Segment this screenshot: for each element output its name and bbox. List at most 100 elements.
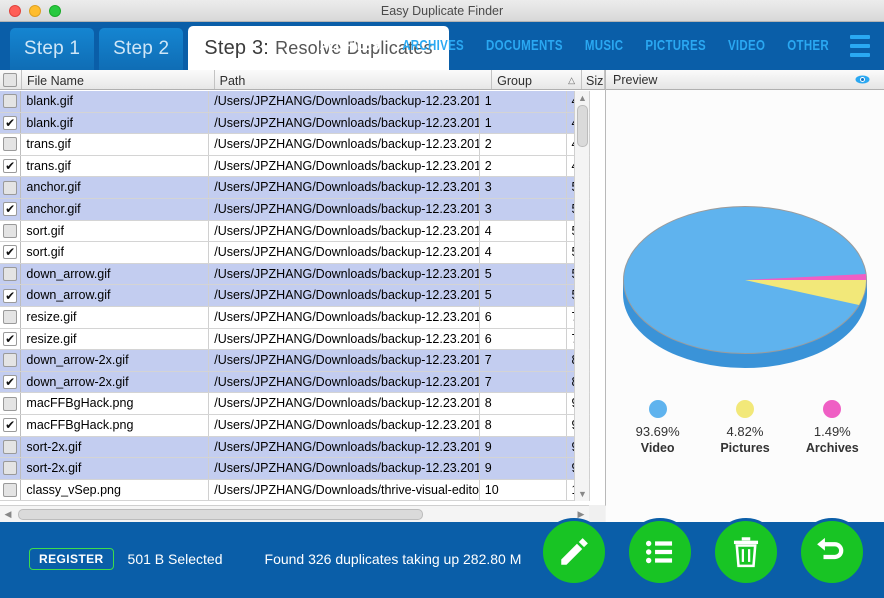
table-row[interactable]: ✔ down_arrow.gif/Users/JPZHANG/Downloads/… xyxy=(0,285,590,307)
row-checkbox-cell[interactable]: ✔ xyxy=(0,371,22,393)
table-row[interactable]: macFFBgHack.png/Users/JPZHANG/Downloads/… xyxy=(0,393,590,415)
filter-other[interactable]: OTHER xyxy=(776,39,840,54)
table-row[interactable]: resize.gif/Users/JPZHANG/Downloads/backu… xyxy=(0,306,590,329)
column-header-path[interactable]: Path xyxy=(215,70,493,89)
vertical-scrollbar[interactable]: ▲ ▼ xyxy=(574,91,589,501)
edit-button[interactable] xyxy=(540,518,608,586)
row-checkbox-cell[interactable]: ✔ xyxy=(0,112,22,134)
cell-path: /Users/JPZHANG/Downloads/thrive-visual-e… xyxy=(209,479,480,501)
table-row[interactable]: ✔ blank.gif/Users/JPZHANG/Downloads/backu… xyxy=(0,112,590,135)
row-checkbox[interactable] xyxy=(3,310,18,325)
hamburger-menu-icon[interactable] xyxy=(840,33,874,59)
row-checkbox-cell[interactable]: ✔ xyxy=(0,155,22,177)
cell-group: 7 xyxy=(480,350,568,371)
cell-file-name: anchor.gif xyxy=(21,177,210,198)
filter-video[interactable]: VIDEO xyxy=(717,39,776,54)
horizontal-scrollbar[interactable]: ◀ ▶ xyxy=(0,505,606,522)
scroll-left-icon[interactable]: ◀ xyxy=(0,506,16,523)
column-header-group[interactable]: Group △ xyxy=(492,70,583,89)
sort-ascending-icon: △ xyxy=(568,75,576,85)
row-checkbox[interactable] xyxy=(3,396,18,411)
row-checkbox[interactable] xyxy=(3,267,18,282)
row-checkbox[interactable] xyxy=(3,223,18,238)
cell-path: /Users/JPZHANG/Downloads/backup-12.23.20… xyxy=(209,134,480,155)
table-row[interactable]: anchor.gif/Users/JPZHANG/Downloads/backu… xyxy=(0,177,590,199)
row-checkbox-cell[interactable]: ✔ xyxy=(0,285,22,306)
row-checkbox[interactable] xyxy=(3,94,18,109)
row-checkbox[interactable]: ✔ xyxy=(3,418,18,433)
cell-path: /Users/JPZHANG/Downloads/backup-12.23.20… xyxy=(209,220,480,242)
row-checkbox[interactable]: ✔ xyxy=(3,331,18,346)
table-row[interactable]: ✔ down_arrow-2x.gif/Users/JPZHANG/Downloa… xyxy=(0,371,590,394)
row-checkbox-cell[interactable]: ✔ xyxy=(0,242,22,263)
filter-archives[interactable]: ARCHIVES xyxy=(391,39,475,54)
select-all-header[interactable] xyxy=(0,70,22,89)
row-checkbox[interactable] xyxy=(3,461,18,476)
tab-step-1[interactable]: Step 1 xyxy=(10,28,95,70)
row-checkbox[interactable]: ✔ xyxy=(3,159,18,174)
column-header-size[interactable]: Siz xyxy=(582,70,605,89)
row-checkbox[interactable]: ✔ xyxy=(3,375,18,390)
cell-file-name: resize.gif xyxy=(21,328,210,350)
scroll-down-icon[interactable]: ▼ xyxy=(575,487,590,501)
row-checkbox[interactable] xyxy=(3,482,18,497)
row-checkbox[interactable] xyxy=(3,353,18,368)
table-row[interactable]: sort-2x.gif/Users/JPZHANG/Downloads/back… xyxy=(0,436,590,459)
table-row[interactable]: trans.gif/Users/JPZHANG/Downloads/backup… xyxy=(0,134,590,156)
row-checkbox-cell[interactable] xyxy=(0,350,22,371)
row-checkbox-cell[interactable] xyxy=(0,134,22,155)
row-checkbox[interactable] xyxy=(3,439,18,454)
delete-button[interactable] xyxy=(712,518,780,586)
table-row[interactable]: blank.gif/Users/JPZHANG/Downloads/backup… xyxy=(0,91,590,113)
register-button[interactable]: REGISTER xyxy=(29,548,114,570)
row-checkbox-cell[interactable] xyxy=(0,436,22,458)
row-checkbox-cell[interactable] xyxy=(0,263,22,285)
row-checkbox[interactable]: ✔ xyxy=(3,202,18,217)
undo-button[interactable] xyxy=(798,518,866,586)
table-row[interactable]: down_arrow-2x.gif/Users/JPZHANG/Download… xyxy=(0,350,590,372)
list-button[interactable] xyxy=(626,518,694,586)
table-row[interactable]: ✔ sort.gif/Users/JPZHANG/Downloads/backup… xyxy=(0,242,590,264)
filter-music[interactable]: MUSIC xyxy=(574,39,635,54)
table-row[interactable]: sort-2x.gif/Users/JPZHANG/Downloads/back… xyxy=(0,458,590,480)
app-window: Easy Duplicate Finder Step 1 Step 2 Step… xyxy=(0,0,884,598)
row-checkbox-cell[interactable]: ✔ xyxy=(0,328,22,350)
row-checkbox-cell[interactable] xyxy=(0,393,22,414)
cell-path: /Users/JPZHANG/Downloads/backup-12.23.20… xyxy=(209,242,480,263)
row-checkbox[interactable]: ✔ xyxy=(3,245,18,260)
legend-percent-pictures: 4.82% xyxy=(726,424,764,439)
tab-step-2[interactable]: Step 2 xyxy=(99,28,184,70)
table-row[interactable]: classy_vSep.png/Users/JPZHANG/Downloads/… xyxy=(0,479,590,501)
filter-documents[interactable]: DOCUMENTS xyxy=(475,39,574,54)
vertical-scroll-thumb[interactable] xyxy=(577,105,588,147)
row-checkbox[interactable]: ✔ xyxy=(3,115,18,130)
action-buttons xyxy=(540,518,866,586)
select-all-checkbox[interactable] xyxy=(3,72,18,87)
table-row[interactable]: ✔ resize.gif/Users/JPZHANG/Downloads/back… xyxy=(0,328,590,351)
row-checkbox-cell[interactable]: ✔ xyxy=(0,414,22,436)
table-row[interactable]: sort.gif/Users/JPZHANG/Downloads/backup-… xyxy=(0,220,590,243)
pie-chart-svg xyxy=(623,206,867,368)
row-checkbox[interactable] xyxy=(3,180,18,195)
cell-group: 9 xyxy=(480,436,568,458)
row-checkbox[interactable]: ✔ xyxy=(3,288,18,303)
filter-all-files[interactable]: ALL FILES xyxy=(309,39,392,54)
row-checkbox-cell[interactable] xyxy=(0,458,22,479)
row-checkbox-cell[interactable] xyxy=(0,220,22,242)
table-row[interactable]: ✔ anchor.gif/Users/JPZHANG/Downloads/back… xyxy=(0,198,590,221)
row-checkbox-cell[interactable] xyxy=(0,91,22,112)
row-checkbox-cell[interactable] xyxy=(0,479,22,501)
row-checkbox-cell[interactable] xyxy=(0,306,22,328)
table-row[interactable]: ✔ trans.gif/Users/JPZHANG/Downloads/backu… xyxy=(0,155,590,178)
row-checkbox[interactable] xyxy=(3,137,18,152)
column-header-file-name[interactable]: File Name xyxy=(22,70,215,89)
scroll-up-icon[interactable]: ▲ xyxy=(575,91,590,105)
table-row[interactable]: down_arrow.gif/Users/JPZHANG/Downloads/b… xyxy=(0,263,590,286)
preview-title: Preview xyxy=(613,72,658,87)
row-checkbox-cell[interactable] xyxy=(0,177,22,198)
filter-pictures[interactable]: PICTURES xyxy=(634,39,717,54)
row-checkbox-cell[interactable]: ✔ xyxy=(0,198,22,220)
eye-icon[interactable] xyxy=(855,74,870,85)
table-row[interactable]: ✔ macFFBgHack.png/Users/JPZHANG/Downloads… xyxy=(0,414,590,437)
horizontal-scroll-thumb[interactable] xyxy=(18,509,423,520)
